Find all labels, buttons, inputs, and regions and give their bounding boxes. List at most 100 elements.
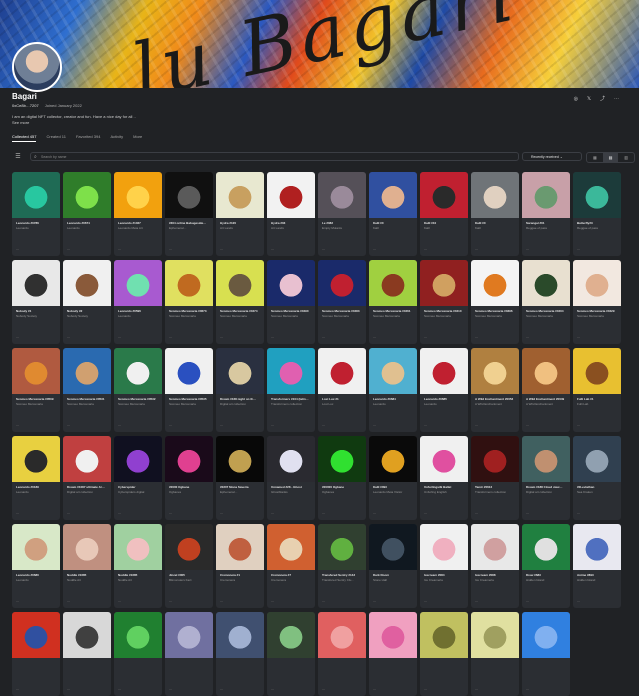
nft-menu-icon[interactable]: — (169, 423, 172, 427)
nft-menu-icon[interactable]: — (526, 687, 529, 691)
wallet-address[interactable]: 0xCe8b…7207 (12, 103, 39, 108)
nft-menu-icon[interactable]: — (271, 599, 274, 603)
nft-menu-icon[interactable]: — (577, 599, 580, 603)
nft-card[interactable]: Scomeo Mercenaria #0509 Scomeo Mercenaria… (12, 348, 60, 432)
nft-image[interactable] (12, 172, 60, 218)
nft-menu-icon[interactable]: — (16, 423, 19, 427)
nft-card[interactable]: Cremonera #1 Cremonera — (216, 524, 264, 608)
nft-menu-icon[interactable]: — (526, 599, 529, 603)
nft-card[interactable]: Transfered Sentry #143 Transfered Sentry … (318, 524, 366, 608)
nft-image[interactable] (522, 436, 570, 482)
nft-card[interactable]: Scomeo Mercenaria #0673 Scomeo Mercenaria… (165, 260, 213, 344)
nft-image[interactable] (369, 172, 417, 218)
nft-image[interactable] (114, 348, 162, 394)
nft-card[interactable]: Butterfly#3 Reggae of pass — (573, 172, 621, 256)
nft-card[interactable]: Scomeo Mercenaria #0532 Scomeo Mercenaria… (114, 348, 162, 432)
nft-menu-icon[interactable]: — (169, 599, 172, 603)
nft-card[interactable]: — (216, 612, 264, 696)
nft-menu-icon[interactable]: — (118, 247, 121, 251)
nft-image[interactable] (267, 348, 315, 394)
nft-card[interactable]: Leonardo #1027 Leonardo Meta Art — (114, 172, 162, 256)
nft-card[interactable]: Scomeo Mercenaria #0410 Scomeo Mercenaria… (420, 260, 468, 344)
list-view-icon[interactable]: ▥ (618, 153, 634, 162)
nft-menu-icon[interactable]: — (577, 511, 580, 515)
nft-image[interactable] (63, 348, 111, 394)
nft-menu-icon[interactable]: — (373, 335, 376, 339)
nft-card[interactable]: — (114, 612, 162, 696)
nft-image[interactable] (573, 436, 621, 482)
nft-menu-icon[interactable]: — (475, 335, 478, 339)
search-input[interactable]: ⌕ Search by name (30, 152, 519, 161)
nft-image[interactable] (63, 612, 111, 658)
nft-image[interactable] (63, 172, 111, 218)
nft-menu-icon[interactable]: — (424, 687, 427, 691)
nft-menu-icon[interactable]: — (16, 687, 19, 691)
nft-menu-icon[interactable]: — (526, 511, 529, 515)
nft-image[interactable] (471, 260, 519, 306)
sort-dropdown[interactable]: Recently received ⌄ (522, 152, 582, 161)
nft-card[interactable]: Kalil #0 Kalil — (471, 172, 519, 256)
nft-image[interactable] (114, 524, 162, 570)
nft-image[interactable] (267, 172, 315, 218)
nft-image[interactable] (63, 524, 111, 570)
nft-menu-icon[interactable]: — (16, 511, 19, 515)
nft-card[interactable]: — (522, 612, 570, 696)
nft-image[interactable] (573, 348, 621, 394)
nft-card[interactable]: — (267, 612, 315, 696)
nft-card[interactable]: Dream #1087 ultimate Ar… Digital art coll… (63, 436, 111, 520)
tab-created[interactable]: Created 11 (46, 134, 66, 142)
nft-image[interactable] (318, 612, 366, 658)
nft-image[interactable] (165, 524, 213, 570)
nft-menu-icon[interactable]: — (475, 247, 478, 251)
nft-menu-icon[interactable]: — (322, 599, 325, 603)
nft-menu-icon[interactable]: — (271, 423, 274, 427)
nft-card[interactable]: Scomeo Mercenaria #0461 Scomeo Mercenaria… (369, 260, 417, 344)
tab-favorited[interactable]: Favorited 394 (76, 134, 100, 142)
nft-card[interactable]: Transformers #104 (latin… Transformers co… (267, 348, 315, 432)
nft-card[interactable]: Icecream #088 Ice Creameria — (471, 524, 519, 608)
nft-image[interactable] (369, 348, 417, 394)
nft-menu-icon[interactable]: — (475, 599, 478, 603)
nft-card[interactable]: #304 online Babugeside… Ephemeral… — (165, 172, 213, 256)
nft-menu-icon[interactable]: — (424, 599, 427, 603)
nft-card[interactable]: Leonardo #0680 Leonardo — (12, 524, 60, 608)
nft-image[interactable] (216, 260, 264, 306)
nft-menu-icon[interactable]: — (373, 687, 376, 691)
nft-image[interactable] (267, 524, 315, 570)
nft-menu-icon[interactable]: — (475, 511, 478, 515)
nft-menu-icon[interactable]: — (67, 247, 70, 251)
nft-image[interactable] (471, 172, 519, 218)
nft-card[interactable]: Leonardo #0674 Leonardo — (63, 172, 111, 256)
nft-menu-icon[interactable]: — (526, 335, 529, 339)
nft-card[interactable]: Noddle #1685 Noddle Art — (114, 524, 162, 608)
nft-image[interactable] (12, 260, 60, 306)
nft-image[interactable] (522, 260, 570, 306)
nft-menu-icon[interactable]: — (67, 511, 70, 515)
nft-card[interactable]: #0Leviathan Sea Kraken — (573, 436, 621, 520)
nft-card[interactable]: Leonardo #0189 Leonardo — (12, 436, 60, 520)
nft-card[interactable]: Dark Room Stone Hall — (369, 524, 417, 608)
nft-menu-icon[interactable]: — (118, 599, 121, 603)
nft-card[interactable]: #0207 Mona Saveria Ephemeral… — (216, 436, 264, 520)
nft-image[interactable] (267, 260, 315, 306)
nft-card[interactable]: Jinzel #005 Bitmonsters Fact — (165, 524, 213, 608)
nft-card[interactable]: Kalil #10 Kalil — (420, 172, 468, 256)
nft-image[interactable] (114, 436, 162, 482)
nft-image[interactable] (420, 612, 468, 658)
nft-image[interactable] (216, 172, 264, 218)
nft-image[interactable] (165, 612, 213, 658)
nft-card[interactable]: Scomeo Mercenaria #0535 Scomeo Mercenaria… (165, 348, 213, 432)
nft-menu-icon[interactable]: — (322, 335, 325, 339)
more-icon[interactable]: ⋯ (614, 96, 619, 102)
nft-menu-icon[interactable]: — (577, 247, 580, 251)
nft-card[interactable]: — (420, 612, 468, 696)
nft-card[interactable]: Lost Lux #1 Lost Lux — (318, 348, 366, 432)
nft-image[interactable] (471, 524, 519, 570)
nft-image[interactable] (522, 612, 570, 658)
nft-image[interactable] (420, 524, 468, 570)
nft-image[interactable] (318, 436, 366, 482)
nft-image[interactable] (318, 348, 366, 394)
nft-image[interactable] (216, 436, 264, 482)
nft-image[interactable] (216, 612, 264, 658)
nft-image[interactable] (369, 436, 417, 482)
